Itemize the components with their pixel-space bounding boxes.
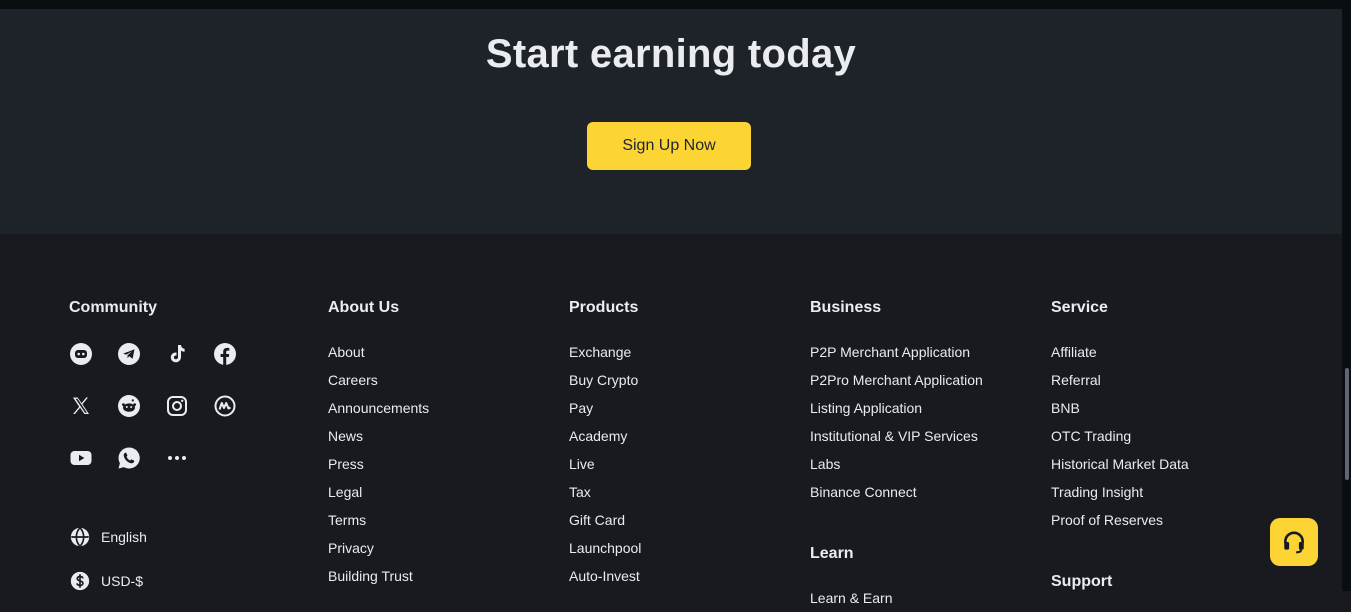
products-heading: Products (569, 299, 639, 316)
footer: Community English USD-$ About Us About C… (0, 234, 1342, 606)
footer-link-buy-crypto[interactable]: Buy Crypto (569, 366, 641, 394)
tiktok-icon[interactable] (165, 342, 189, 366)
footer-link-announcements[interactable]: Announcements (328, 394, 429, 422)
footer-link-institutional-vip[interactable]: Institutional & VIP Services (810, 422, 983, 450)
about-heading: About Us (328, 299, 400, 316)
x-icon[interactable] (69, 394, 93, 418)
footer-link-referral[interactable]: Referral (1051, 366, 1189, 394)
telegram-icon[interactable] (117, 342, 141, 366)
footer-link-careers[interactable]: Careers (328, 366, 429, 394)
footer-link-about[interactable]: About (328, 338, 429, 366)
whatsapp-icon[interactable] (117, 446, 141, 470)
footer-link-privacy[interactable]: Privacy (328, 534, 429, 562)
support-chat-button[interactable] (1270, 518, 1318, 566)
top-strip (0, 0, 1342, 9)
footer-link-bnb[interactable]: BNB (1051, 394, 1189, 422)
language-label: English (101, 529, 147, 545)
more-icon[interactable] (165, 446, 189, 470)
products-column: Products Exchange Buy Crypto Pay Academy… (569, 298, 641, 590)
business-heading: Business (810, 299, 882, 316)
learn-heading: Learn (810, 545, 854, 562)
currency-label: USD-$ (101, 573, 144, 589)
footer-link-press[interactable]: Press (328, 450, 429, 478)
dollar-icon (70, 571, 90, 591)
footer-link-auto-invest[interactable]: Auto-Invest (569, 562, 641, 590)
reddit-icon[interactable] (117, 394, 141, 418)
instagram-icon[interactable] (165, 394, 189, 418)
footer-link-exchange[interactable]: Exchange (569, 338, 641, 366)
footer-link-tax[interactable]: Tax (569, 478, 641, 506)
footer-link-learn-earn[interactable]: Learn & Earn (810, 584, 983, 612)
footer-link-news[interactable]: News (328, 422, 429, 450)
cta-title: Start earning today (485, 32, 857, 76)
footer-link-binance-connect[interactable]: Binance Connect (810, 478, 983, 506)
footer-link-otc-trading[interactable]: OTC Trading (1051, 422, 1189, 450)
headset-icon (1284, 531, 1304, 554)
footer-link-launchpool[interactable]: Launchpool (569, 534, 641, 562)
footer-link-academy[interactable]: Academy (569, 422, 641, 450)
footer-link-affiliate[interactable]: Affiliate (1051, 338, 1189, 366)
footer-link-gift-card[interactable]: Gift Card (569, 506, 641, 534)
community-column: Community (69, 298, 157, 338)
service-heading: Service (1051, 299, 1108, 316)
footer-link-terms[interactable]: Terms (328, 506, 429, 534)
service-column: Service Affiliate Referral BNB OTC Tradi… (1051, 298, 1189, 612)
sign-up-button[interactable]: Sign Up Now (587, 122, 751, 170)
support-heading: Support (1051, 573, 1113, 590)
footer-link-p2p-merchant[interactable]: P2P Merchant Application (810, 338, 983, 366)
footer-link-live[interactable]: Live (569, 450, 641, 478)
youtube-icon[interactable] (69, 446, 93, 470)
footer-link-legal[interactable]: Legal (328, 478, 429, 506)
footer-link-labs[interactable]: Labs (810, 450, 983, 478)
footer-link-historical-market-data[interactable]: Historical Market Data (1051, 450, 1189, 478)
footer-link-trading-insight[interactable]: Trading Insight (1051, 478, 1189, 506)
footer-link-proof-of-reserves[interactable]: Proof of Reserves (1051, 506, 1189, 534)
discord-icon[interactable] (69, 342, 93, 366)
currency-selector[interactable]: USD-$ (69, 570, 143, 592)
scrollbar-track[interactable] (1342, 0, 1351, 591)
globe-icon (70, 527, 90, 547)
footer-link-listing-application[interactable]: Listing Application (810, 394, 983, 422)
footer-link-building-trust[interactable]: Building Trust (328, 562, 429, 590)
coinmarketcap-icon[interactable] (213, 394, 237, 418)
footer-link-pay[interactable]: Pay (569, 394, 641, 422)
about-column: About Us About Careers Announcements New… (328, 298, 429, 590)
community-heading: Community (69, 299, 157, 316)
business-column: Business P2P Merchant Application P2Pro … (810, 298, 983, 612)
facebook-icon[interactable] (213, 342, 237, 366)
language-selector[interactable]: English (69, 526, 147, 548)
scrollbar-thumb[interactable] (1345, 368, 1349, 480)
footer-link-p2pro-merchant[interactable]: P2Pro Merchant Application (810, 366, 983, 394)
cta-section: Start earning today Sign Up Now (0, 9, 1342, 234)
